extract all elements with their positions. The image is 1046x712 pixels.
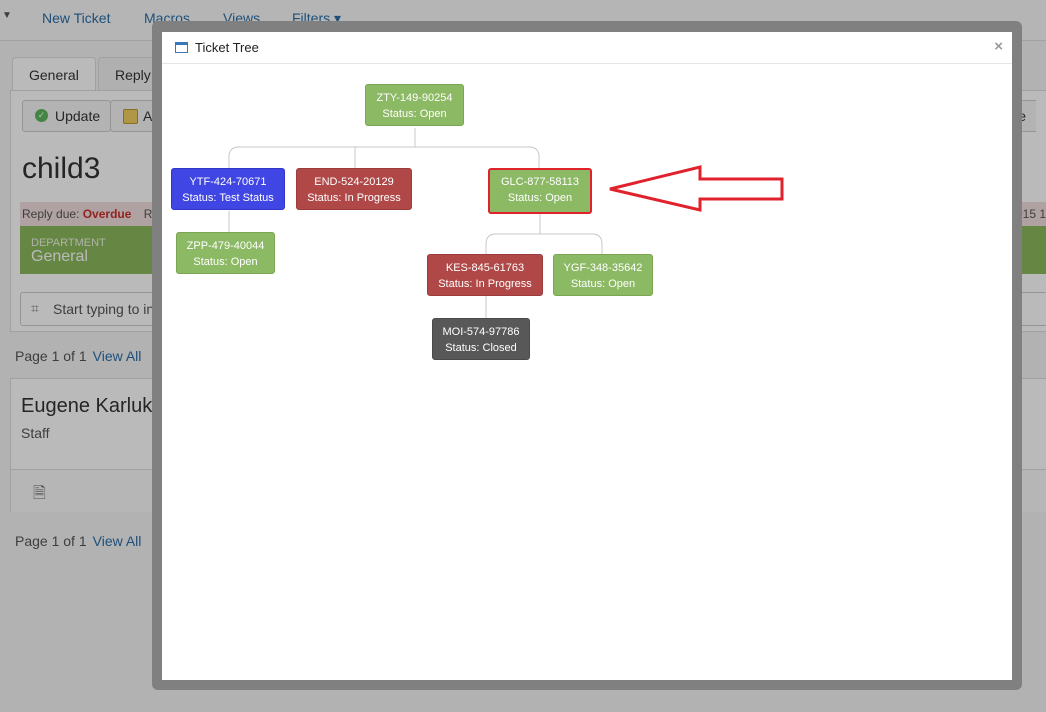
highlight-arrow-icon — [609, 165, 784, 212]
ticket-tree-modal: Ticket Tree × ZTY-149-90254 Status: Open… — [162, 32, 1012, 680]
